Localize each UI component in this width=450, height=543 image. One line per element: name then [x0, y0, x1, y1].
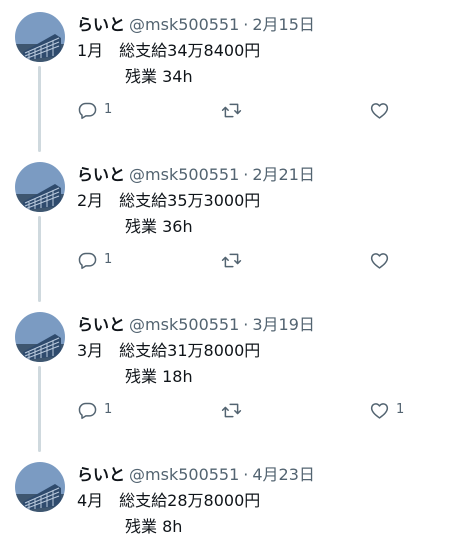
tweet[interactable]: らいと @msk500551 · 2月21日 2月 総支給35万3000円 残業 36…: [0, 150, 450, 300]
tweet-text-line: 3月 総支給31万8000円: [77, 341, 261, 360]
tweet-text-line: 1月 総支給34万8400円: [77, 41, 261, 60]
tweet-text-line: 残業 18h: [77, 367, 193, 386]
retweet-button[interactable]: [221, 398, 248, 422]
retweet-button[interactable]: [221, 98, 248, 122]
tweet-date[interactable]: 4月23日: [252, 465, 315, 484]
tweet-date[interactable]: 2月21日: [252, 165, 315, 184]
like-button[interactable]: [369, 248, 396, 272]
reply-button[interactable]: 1: [77, 248, 112, 272]
user-handle[interactable]: @msk500551: [129, 15, 239, 34]
display-name[interactable]: らいと: [77, 465, 125, 484]
retweet-icon: [221, 253, 242, 267]
tweet-thread: らいと @msk500551 · 2月15日 1月 総支給34万8400円 残業 34…: [0, 0, 450, 543]
like-button[interactable]: [369, 98, 396, 122]
retweet-button[interactable]: [221, 248, 248, 272]
separator: ·: [243, 15, 249, 34]
tweet-date[interactable]: 3月19日: [252, 315, 315, 334]
like-button[interactable]: 1: [369, 398, 404, 422]
reply-count: 1: [104, 402, 113, 417]
user-handle[interactable]: @msk500551: [129, 165, 239, 184]
avatar[interactable]: [15, 12, 65, 62]
tweet-text-line: 2月 総支給35万3000円: [77, 191, 261, 210]
tweet-header: らいと @msk500551 · 2月15日: [77, 14, 442, 36]
separator: ·: [243, 165, 249, 184]
tweet-actions: 1: [0, 98, 450, 122]
avatar[interactable]: [15, 312, 65, 362]
reply-button[interactable]: 1: [77, 98, 112, 122]
separator: ·: [243, 465, 249, 484]
tweet-actions: 1 1: [0, 398, 450, 422]
like-count: 1: [396, 402, 405, 417]
tweet-header: らいと @msk500551 · 4月23日: [77, 464, 442, 486]
tweet-actions: 1: [0, 248, 450, 272]
user-handle[interactable]: @msk500551: [129, 465, 239, 484]
avatar[interactable]: [15, 462, 65, 512]
display-name[interactable]: らいと: [77, 315, 125, 334]
separator: ·: [243, 315, 249, 334]
tweet-date[interactable]: 2月15日: [252, 15, 315, 34]
tweet-text-line: 残業 8h: [77, 517, 183, 536]
retweet-icon: [221, 103, 242, 117]
heart-icon: [370, 102, 389, 119]
reply-icon: [78, 402, 97, 419]
tweet-header: らいと @msk500551 · 2月21日: [77, 164, 442, 186]
tweet[interactable]: らいと @msk500551 · 3月19日 3月 総支給31万8000円 残業 18…: [0, 300, 450, 450]
user-handle[interactable]: @msk500551: [129, 315, 239, 334]
heart-icon: [370, 252, 389, 269]
avatar[interactable]: [15, 162, 65, 212]
tweet[interactable]: らいと @msk500551 · 4月23日 4月 総支給28万8000円 残業 8h: [0, 450, 450, 543]
reply-button[interactable]: 1: [77, 398, 112, 422]
tweet[interactable]: らいと @msk500551 · 2月15日 1月 総支給34万8400円 残業 34…: [0, 0, 450, 150]
reply-icon: [78, 252, 97, 269]
heart-icon: [370, 402, 389, 419]
tweet-text-line: 残業 34h: [77, 67, 193, 86]
reply-count: 1: [104, 252, 113, 267]
tweet-header: らいと @msk500551 · 3月19日: [77, 314, 442, 336]
display-name[interactable]: らいと: [77, 15, 125, 34]
retweet-icon: [221, 403, 242, 417]
reply-icon: [78, 102, 97, 119]
tweet-text-line: 残業 36h: [77, 217, 193, 236]
reply-count: 1: [104, 102, 113, 117]
tweet-text-line: 4月 総支給28万8000円: [77, 491, 261, 510]
display-name[interactable]: らいと: [77, 165, 125, 184]
